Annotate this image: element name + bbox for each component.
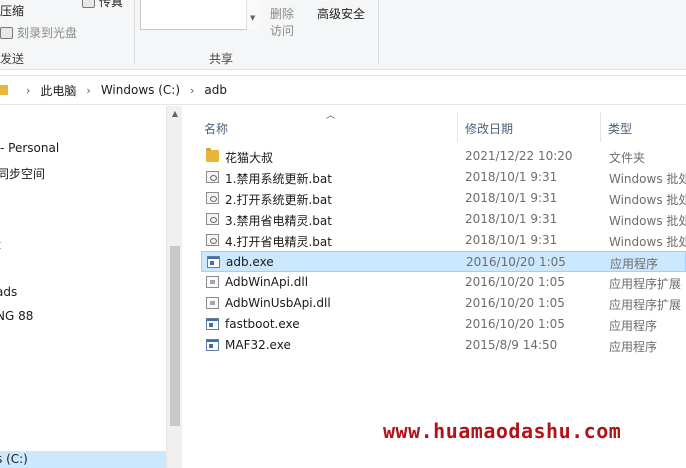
file-type: 应用程序扩展 bbox=[609, 277, 682, 291]
file-row[interactable]: fastboot.exe 2016/10/20 1:05 应用程序 bbox=[201, 314, 686, 335]
share-list-scrollbar[interactable]: ▼ bbox=[246, 0, 260, 30]
file-date: 2016/10/20 1:05 bbox=[465, 317, 565, 331]
disc-icon bbox=[0, 26, 13, 39]
file-name: 4.打开省电精灵.bat bbox=[225, 235, 332, 249]
file-name: adb.exe bbox=[226, 255, 274, 269]
send-group-label: 发送 bbox=[0, 52, 25, 66]
dll-file-icon bbox=[206, 276, 219, 288]
file-date: 2016/10/20 1:05 bbox=[466, 255, 566, 269]
burn-disc-label: 刻录到光盘 bbox=[17, 26, 78, 40]
nav-item-t[interactable]: t bbox=[0, 238, 1, 252]
fax-button[interactable]: 传真 bbox=[82, 0, 123, 10]
file-name: 1.禁用系统更新.bat bbox=[225, 172, 332, 186]
breadcrumb-this-pc[interactable]: 此电脑 bbox=[40, 82, 76, 99]
file-row[interactable]: adb.exe 2016/10/20 1:05 应用程序 bbox=[201, 251, 686, 272]
file-row[interactable]: 3.禁用省电精灵.bat 2018/10/1 9:31 Windows 批处 bbox=[201, 209, 686, 230]
file-date: 2018/10/1 9:31 bbox=[465, 191, 558, 205]
file-name: fastboot.exe bbox=[225, 317, 300, 331]
dll-file-icon bbox=[206, 297, 219, 309]
file-name: AdbWinUsbApi.dll bbox=[225, 296, 331, 310]
nav-item-ng88[interactable]: NG 88 bbox=[0, 309, 33, 323]
nav-scrollbar[interactable]: ▲ bbox=[166, 106, 182, 468]
file-date: 2016/10/20 1:05 bbox=[465, 296, 565, 310]
exe-file-icon bbox=[206, 339, 219, 351]
burn-disc-button[interactable]: 刻录到光盘 bbox=[0, 24, 77, 41]
bat-file-icon bbox=[206, 171, 219, 183]
column-header-type[interactable]: 类型 bbox=[608, 120, 632, 137]
folder-icon bbox=[206, 148, 219, 162]
remove-access-button[interactable]: 删除 bbox=[270, 5, 294, 22]
watermark-text: www.huamaodashu.com bbox=[383, 419, 622, 443]
file-row[interactable]: AdbWinUsbApi.dll 2016/10/20 1:05 应用程序扩展 bbox=[201, 293, 686, 314]
ribbon: 压缩 刻录到光盘 传真 发送 ▼ 删除 访问 高级安全 共享 bbox=[0, 0, 686, 70]
compress-button[interactable]: 压缩 bbox=[0, 2, 24, 19]
file-date: 2018/10/1 9:31 bbox=[465, 212, 558, 226]
file-date: 2018/10/1 9:31 bbox=[465, 233, 558, 247]
share-group-label: 共享 bbox=[209, 52, 234, 66]
chevron-right-icon[interactable]: › bbox=[86, 84, 90, 97]
file-type: Windows 批处 bbox=[609, 172, 686, 186]
file-type: 应用程序 bbox=[610, 257, 659, 271]
file-row[interactable]: MAF32.exe 2015/8/9 14:50 应用程序 bbox=[201, 335, 686, 356]
file-name: AdbWinApi.dll bbox=[225, 275, 309, 289]
file-date: 2021/12/22 10:20 bbox=[465, 149, 573, 163]
nav-item-selected-drive[interactable]: s (C:) bbox=[0, 451, 166, 468]
file-type: 文件夹 bbox=[609, 151, 646, 165]
file-row[interactable]: AdbWinApi.dll 2016/10/20 1:05 应用程序扩展 bbox=[201, 272, 686, 293]
file-type: Windows 批处 bbox=[609, 193, 686, 207]
exe-file-icon bbox=[206, 318, 219, 330]
breadcrumb-drive[interactable]: Windows (C:) bbox=[101, 83, 180, 97]
bat-file-icon bbox=[206, 234, 219, 246]
sort-ascending-icon: ︿ bbox=[326, 111, 336, 121]
file-date: 2018/10/1 9:31 bbox=[465, 170, 558, 184]
remove-access-line2: 访问 bbox=[270, 22, 294, 39]
column-header-name[interactable]: 名称 bbox=[204, 120, 228, 137]
file-name: 花猫大叔 bbox=[225, 151, 274, 165]
file-date: 2016/10/20 1:05 bbox=[465, 275, 565, 289]
file-type: Windows 批处 bbox=[609, 214, 686, 228]
nav-item-personal[interactable]: - Personal bbox=[0, 141, 59, 155]
file-type: 应用程序扩展 bbox=[609, 298, 682, 312]
advanced-security-label: 高级安全 bbox=[317, 7, 366, 21]
bat-file-icon bbox=[206, 192, 219, 204]
file-row[interactable]: 4.打开省电精灵.bat 2018/10/1 9:31 Windows 批处 bbox=[201, 230, 686, 251]
chevron-down-icon: ▼ bbox=[250, 14, 256, 22]
remove-access-label-2: 访问 bbox=[270, 24, 295, 38]
file-date: 2015/8/9 14:50 bbox=[465, 338, 558, 352]
remove-access-label: 删除 bbox=[270, 7, 295, 21]
chevron-right-icon[interactable]: › bbox=[190, 84, 194, 97]
breadcrumb-adb[interactable]: adb bbox=[204, 83, 227, 97]
chevron-right-icon[interactable]: › bbox=[26, 84, 30, 97]
fax-label: 传真 bbox=[99, 0, 124, 9]
advanced-security-button[interactable]: 高级安全 bbox=[317, 5, 365, 22]
scroll-up-icon[interactable]: ▲ bbox=[167, 106, 183, 122]
file-name: 2.打开系统更新.bat bbox=[225, 193, 332, 207]
file-row[interactable]: 1.禁用系统更新.bat 2018/10/1 9:31 Windows 批处 bbox=[201, 167, 686, 188]
file-row[interactable]: 2.打开系统更新.bat 2018/10/1 9:31 Windows 批处 bbox=[201, 188, 686, 209]
nav-item-sync-space[interactable]: 同步空间 bbox=[0, 165, 45, 182]
fax-icon bbox=[82, 0, 95, 8]
file-row[interactable]: 花猫大叔 2021/12/22 10:20 文件夹 bbox=[201, 146, 686, 167]
file-list: ︿ 名称 修改日期 类型 花猫大叔 2021/12/22 10:20 文件夹 1.禁用… bbox=[184, 106, 686, 468]
nav-item-downloads[interactable]: ads bbox=[0, 285, 17, 299]
file-name: 3.禁用省电精灵.bat bbox=[225, 214, 332, 228]
column-separator[interactable] bbox=[457, 112, 458, 142]
file-type: 应用程序 bbox=[609, 340, 658, 354]
file-name: MAF32.exe bbox=[225, 338, 291, 352]
file-type: 应用程序 bbox=[609, 319, 658, 333]
column-header-date[interactable]: 修改日期 bbox=[465, 120, 513, 137]
address-bar[interactable]: › 此电脑 › Windows (C:) › adb bbox=[0, 75, 686, 105]
column-separator[interactable] bbox=[600, 112, 601, 142]
ribbon-separator bbox=[378, 0, 379, 64]
navigation-pane: - Personal 同步空间 t ads NG 88 bbox=[0, 106, 182, 468]
share-with-list[interactable] bbox=[140, 0, 260, 30]
ribbon-separator bbox=[134, 0, 135, 64]
exe-file-icon bbox=[207, 256, 220, 268]
nav-scrollbar-thumb[interactable] bbox=[170, 246, 180, 426]
bat-file-icon bbox=[206, 213, 219, 225]
folder-icon bbox=[0, 85, 8, 95]
compress-label: 压缩 bbox=[0, 4, 25, 18]
nav-item-drive-label: s (C:) bbox=[0, 452, 28, 466]
file-type: Windows 批处 bbox=[609, 235, 686, 249]
